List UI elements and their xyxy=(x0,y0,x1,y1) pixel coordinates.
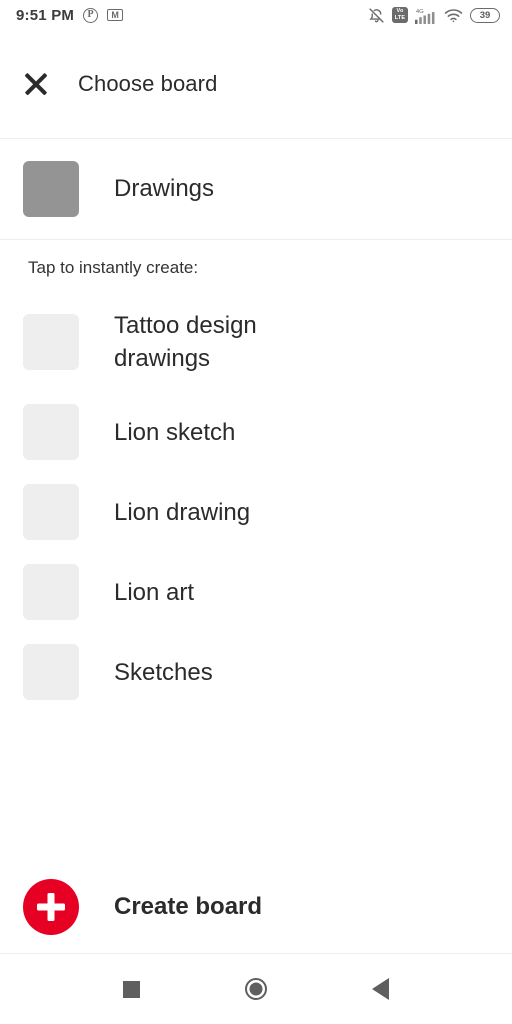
signal-4g-icon: 4G xyxy=(415,8,435,24)
status-bar-right: Vo LTE 4G 39 xyxy=(368,7,500,24)
suggestion-row[interactable]: Lion sketch xyxy=(0,392,512,472)
instant-create-caption: Tap to instantly create: xyxy=(28,258,199,277)
app-screen: 9:51 PM P M Vo LTE 4G 39 Choose board Dr… xyxy=(0,0,512,1024)
board-name-label: Drawings xyxy=(114,175,215,202)
suggestion-thumbnail xyxy=(23,564,79,620)
suggestion-thumbnail xyxy=(23,644,79,700)
plus-icon xyxy=(23,879,79,935)
status-bar: 9:51 PM P M Vo LTE 4G 39 xyxy=(0,0,512,30)
status-time: 9:51 PM xyxy=(16,6,75,24)
android-nav-bar xyxy=(0,954,512,1024)
suggestion-label: Lion drawing xyxy=(114,498,251,526)
battery-icon: 39 xyxy=(470,7,500,23)
suggestion-row[interactable]: Lion drawing xyxy=(0,472,512,552)
board-row-drawings[interactable]: Drawings xyxy=(0,139,512,240)
suggestion-label: Lion sketch xyxy=(114,418,236,446)
suggestion-label: Sketches xyxy=(114,658,213,686)
suggestion-label: Lion art xyxy=(114,578,195,606)
suggestion-thumbnail xyxy=(23,314,79,370)
pinterest-icon: P xyxy=(83,7,99,23)
page-title: Choose board xyxy=(78,71,218,96)
create-board-button[interactable]: Create board xyxy=(0,861,512,954)
instant-create-section: Tap to instantly create: Tattoo design d… xyxy=(0,240,512,861)
suggestion-row[interactable]: Lion art xyxy=(0,552,512,632)
close-icon[interactable] xyxy=(23,71,49,97)
suggestion-row[interactable]: Tattoo design drawings xyxy=(0,292,512,392)
back-triangle-icon[interactable] xyxy=(372,978,390,1000)
page-header: Choose board xyxy=(0,30,512,139)
wifi-icon xyxy=(444,9,463,23)
board-thumbnail xyxy=(23,161,79,217)
suggestion-thumbnail xyxy=(23,484,79,540)
suggestion-thumbnail xyxy=(23,404,79,460)
home-circle-icon[interactable] xyxy=(244,978,267,1000)
create-board-label: Create board xyxy=(114,893,263,920)
gmail-icon: M xyxy=(107,9,124,21)
suggestion-row[interactable]: Sketches xyxy=(0,632,512,712)
bell-off-icon xyxy=(369,7,384,23)
status-bar-left: 9:51 PM P M xyxy=(16,6,124,24)
suggestion-label: Tattoo design drawings xyxy=(114,312,257,372)
recents-square-icon[interactable] xyxy=(122,980,140,998)
volte-icon: Vo LTE xyxy=(392,7,408,23)
svg-text:4G: 4G xyxy=(416,8,424,14)
